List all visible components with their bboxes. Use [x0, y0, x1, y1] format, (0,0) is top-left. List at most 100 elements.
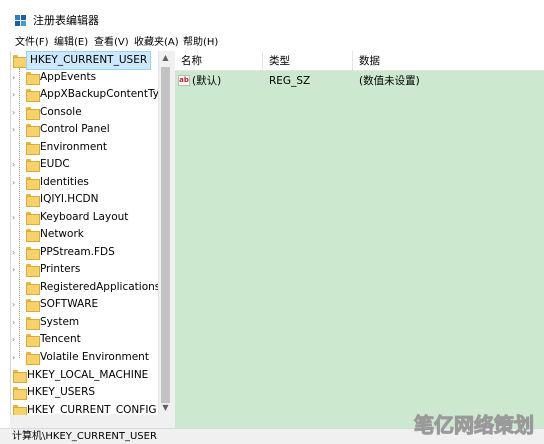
folder-icon [26, 247, 40, 260]
folder-icon [26, 299, 40, 312]
string-value-icon: ab [178, 75, 190, 86]
folder-icon [26, 317, 40, 330]
tree-item-appxbackupcontenttype[interactable]: › AppXBackupContentType [11, 86, 172, 103]
tree-item-label: HKEY_CURRENT_CONFIG [27, 404, 157, 415]
tree-item-tencent[interactable]: › Tencent [11, 331, 159, 348]
watermark: 笔亿网络策划 [414, 411, 540, 441]
tree-item-hkey-users[interactable]: HKEY_USERS [11, 384, 159, 401]
status-path: 计算机\HKEY_CURRENT_USER [12, 431, 157, 442]
column-header-type[interactable]: 类型 [269, 55, 290, 68]
expand-arrow-icon[interactable]: › [12, 86, 18, 103]
scrollbar-thumb[interactable] [161, 67, 170, 403]
tree-item-label: EUDC [40, 158, 70, 170]
column-separator[interactable] [352, 51, 353, 71]
scroll-down-arrow-icon[interactable]: ▼ [159, 401, 172, 415]
folder-icon [26, 282, 40, 295]
folder-icon [26, 229, 40, 242]
tree-item-control-panel[interactable]: › Control Panel [11, 121, 159, 138]
tree-item-label: Tencent [40, 333, 81, 345]
tree-item-network[interactable]: Network [11, 226, 159, 243]
value-data: (数值未设置) [359, 75, 420, 87]
tree-item-label: RegisteredApplications [40, 281, 161, 293]
window-title: 注册表编辑器 [33, 14, 99, 27]
tree-item-iqiyi-hcdn[interactable]: IQIYI.HCDN [11, 191, 159, 208]
menu-file[interactable]: 文件(F) [15, 36, 49, 49]
watermark-text: 笔亿网络策划 [414, 413, 535, 438]
tree-item-identities[interactable]: › Identities [11, 174, 159, 191]
expand-arrow-icon[interactable]: › [12, 174, 18, 191]
menu-edit[interactable]: 编辑(E) [54, 36, 88, 49]
list-header: 名称 类型 数据 [175, 51, 544, 71]
tree-item-label: Keyboard Layout [40, 211, 129, 223]
tree-item-label: Volatile Environment [40, 351, 149, 363]
folder-icon [26, 264, 40, 277]
scroll-up-arrow-icon[interactable]: ▲ [159, 51, 172, 65]
expand-arrow-icon[interactable]: › [12, 121, 18, 138]
tree-item-registeredapplications[interactable]: RegisteredApplications [11, 279, 161, 296]
column-header-name[interactable]: 名称 [181, 55, 202, 68]
tree-item-appevents[interactable]: › AppEvents [11, 69, 159, 86]
tree-item-software[interactable]: › SOFTWARE [11, 296, 159, 313]
folder-icon [26, 107, 40, 120]
folder-icon [26, 89, 40, 102]
tree-item-environment[interactable]: Environment [11, 139, 159, 156]
tree-item-keyboard-layout[interactable]: › Keyboard Layout [11, 209, 159, 226]
tree-item-label: PPStream.FDS [40, 246, 115, 258]
tree-item-label: Printers [40, 263, 81, 275]
tree-item-label: Identities [40, 176, 89, 188]
folder-icon [13, 370, 27, 383]
tree-item-eudc[interactable]: › EUDC [11, 156, 159, 173]
folder-icon [26, 159, 40, 172]
tree-item-ppstream-fds[interactable]: › PPStream.FDS [11, 244, 159, 261]
expand-arrow-icon[interactable]: › [12, 69, 18, 86]
value-type: REG_SZ [269, 75, 311, 87]
tree-horizontal-scrollbar[interactable] [10, 415, 172, 428]
tree-item-label: HKEY_CURRENT_USER [25, 51, 152, 70]
tree-item-label: HKEY_USERS [27, 386, 96, 398]
expand-arrow-icon[interactable]: › [12, 314, 18, 331]
expand-arrow-icon[interactable]: › [12, 296, 18, 313]
list-row[interactable]: ab (默认) REG_SZ (数值未设置) [175, 72, 544, 90]
values-list[interactable]: 名称 类型 数据 ab (默认) REG_SZ (数值未设置) [175, 51, 544, 428]
folder-icon [26, 142, 40, 155]
key-tree[interactable]: HKEY_CURRENT_USER › AppEvents › AppXBack… [10, 51, 172, 415]
expand-arrow-icon[interactable]: › [12, 261, 18, 278]
title-bar: 注册表编辑器 [0, 0, 544, 34]
tree-item-hkey-current-user[interactable]: HKEY_CURRENT_USER [11, 51, 159, 70]
menu-help[interactable]: 帮助(H) [183, 36, 218, 49]
tree-item-printers[interactable]: › Printers [11, 261, 159, 278]
folder-icon [26, 352, 40, 365]
expand-arrow-icon[interactable]: › [12, 104, 18, 121]
tree-item-label: SOFTWARE [40, 298, 99, 310]
tree-item-system[interactable]: › System [11, 314, 159, 331]
tree-item-volatile-environment[interactable]: › Volatile Environment [11, 349, 159, 366]
folder-open-icon [13, 55, 27, 68]
tree-item-hkey-local-machine[interactable]: HKEY_LOCAL_MACHINE [11, 367, 159, 384]
expand-arrow-icon[interactable]: › [12, 349, 18, 366]
expand-arrow-icon[interactable]: › [12, 209, 18, 226]
expand-arrow-icon[interactable]: › [12, 244, 18, 261]
folder-icon [13, 387, 27, 400]
folder-icon [26, 212, 40, 225]
menu-favorites[interactable]: 收藏夹(A) [134, 36, 179, 49]
folder-icon [26, 72, 40, 85]
tree-item-label: Environment [40, 141, 108, 153]
registry-editor-icon [15, 15, 26, 26]
tree-item-console[interactable]: › Console [11, 104, 159, 121]
folder-icon [26, 124, 40, 137]
folder-icon [13, 405, 27, 415]
expand-arrow-icon[interactable]: › [12, 331, 18, 348]
tree-item-label: Console [40, 106, 82, 118]
menu-view[interactable]: 查看(V) [94, 36, 129, 49]
tree-item-label: System [40, 316, 80, 328]
tree-item-hkey-current-config[interactable]: HKEY_CURRENT_CONFIG [11, 402, 159, 415]
tree-item-label: Network [40, 228, 84, 240]
column-separator[interactable] [262, 51, 263, 71]
column-header-data[interactable]: 数据 [359, 55, 380, 68]
tree-item-label: IQIYI.HCDN [40, 193, 99, 205]
expand-arrow-icon[interactable]: › [12, 156, 18, 173]
folder-icon [26, 334, 40, 347]
menu-bar: 文件(F) 编辑(E) 查看(V) 收藏夹(A) 帮助(H) [0, 34, 544, 51]
tree-vertical-scrollbar[interactable]: ▲ ▼ [158, 51, 172, 415]
tree-item-label: AppXBackupContentType [40, 88, 172, 100]
